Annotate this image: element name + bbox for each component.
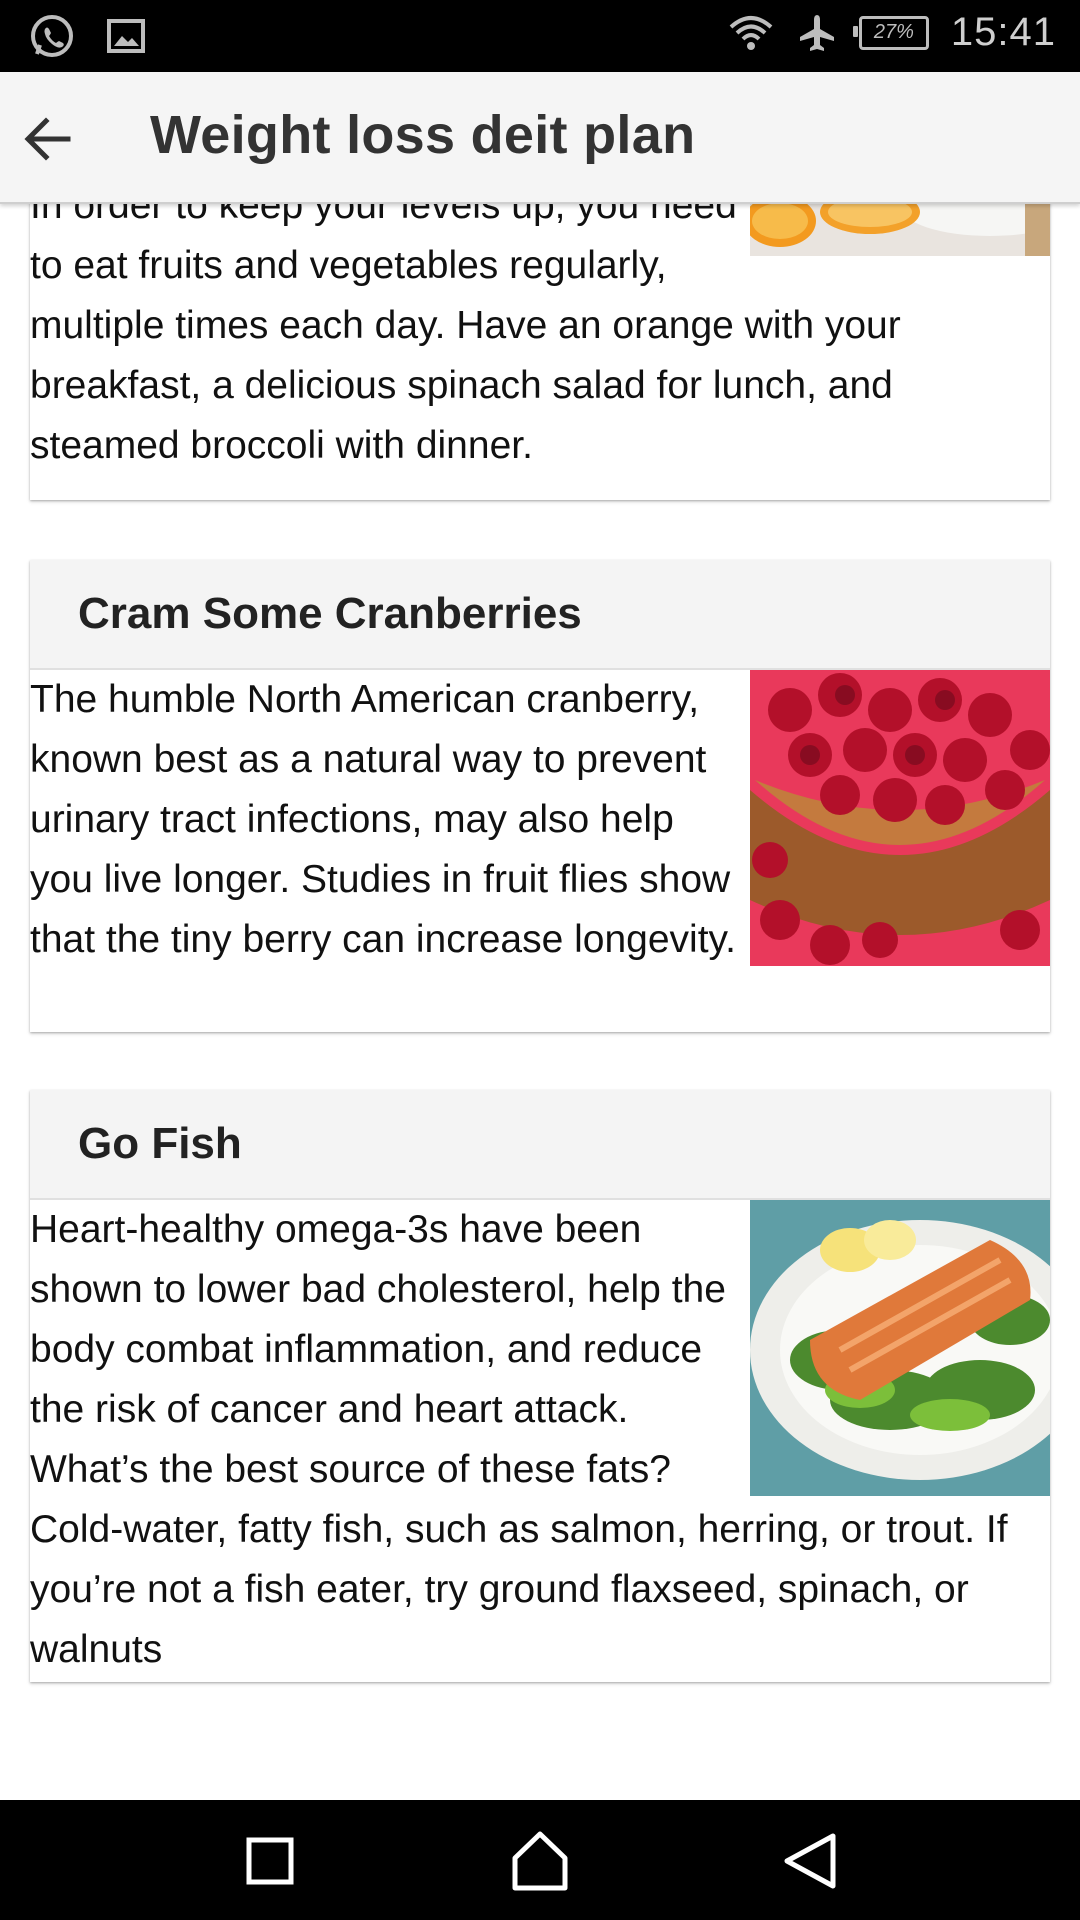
card-body: The humble North American cranberry, kno… (30, 670, 1050, 970)
card-go-fish: Go Fish Heart-healthy omega-3s have been… (30, 1090, 1050, 1682)
salmon-salad-image (750, 1200, 1050, 1496)
page-title: Weight loss deit plan (150, 105, 696, 165)
home-icon[interactable] (505, 1826, 575, 1896)
card-body: In order to keep your levels up, you nee… (30, 202, 1050, 476)
whatsapp-icon (31, 15, 73, 57)
content-scroll-area[interactable]: In order to keep your levels up, you nee… (0, 202, 1080, 1800)
oranges-image (750, 202, 1050, 256)
back-triangle-icon[interactable] (775, 1826, 845, 1896)
system-nav-bar (0, 1800, 1080, 1920)
status-bar: 27% 15:41 (0, 0, 1080, 72)
card-body: Heart-healthy omega-3s have been shown t… (30, 1200, 1050, 1680)
battery-icon: 27% (852, 15, 929, 50)
card-fruits-vegetables: In order to keep your levels up, you nee… (30, 202, 1050, 500)
recents-square-icon[interactable] (235, 1826, 305, 1896)
wifi-icon (729, 15, 773, 50)
arrow-left-icon[interactable] (18, 109, 78, 169)
card-header: Go Fish (30, 1090, 1050, 1200)
app-bar: Weight loss deit plan (0, 72, 1080, 204)
card-header: Cram Some Cranberries (30, 560, 1050, 670)
airplane-icon (799, 14, 834, 51)
gallery-icon (107, 19, 145, 53)
card-title: Cram Some Cranberries (78, 589, 582, 638)
clock: 15:41 (950, 10, 1056, 54)
battery-level: 27% (873, 21, 914, 43)
card-cranberries: Cram Some Cranberries The humble North A… (30, 560, 1050, 1032)
cranberries-image (750, 670, 1050, 966)
card-title: Go Fish (78, 1119, 242, 1168)
